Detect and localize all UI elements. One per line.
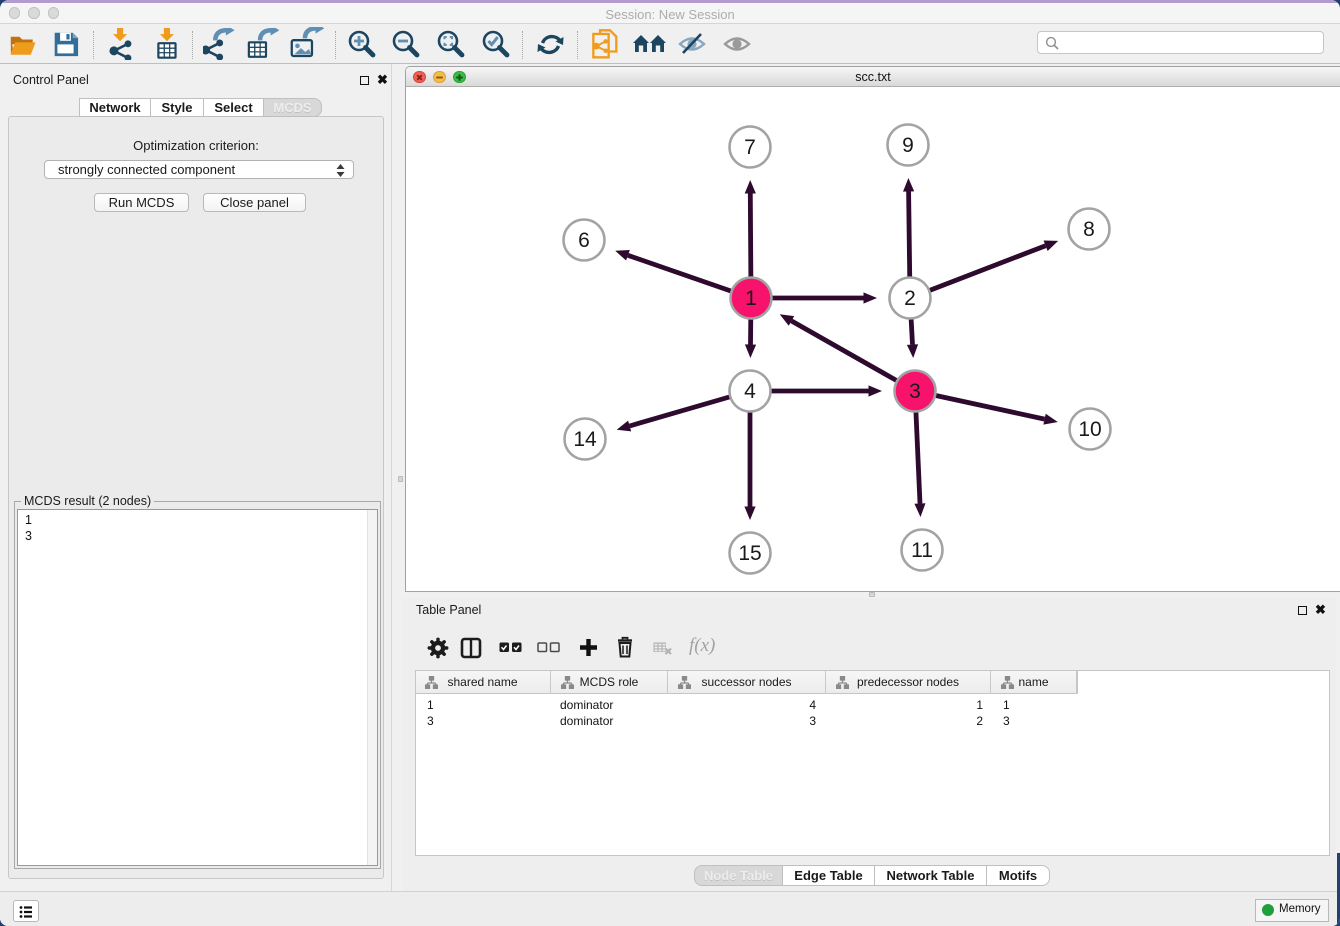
svg-text:8: 8	[1083, 218, 1095, 241]
svg-text:4: 4	[744, 380, 756, 403]
svg-text:10: 10	[1078, 418, 1101, 441]
svg-text:1: 1	[745, 287, 757, 310]
svg-text:14: 14	[573, 428, 597, 451]
svg-text:3: 3	[909, 380, 921, 403]
svg-text:2: 2	[904, 287, 916, 310]
svg-text:11: 11	[911, 539, 933, 562]
svg-text:15: 15	[738, 542, 761, 565]
svg-text:9: 9	[902, 134, 914, 157]
svg-text:6: 6	[578, 229, 590, 252]
svg-text:7: 7	[744, 136, 756, 159]
